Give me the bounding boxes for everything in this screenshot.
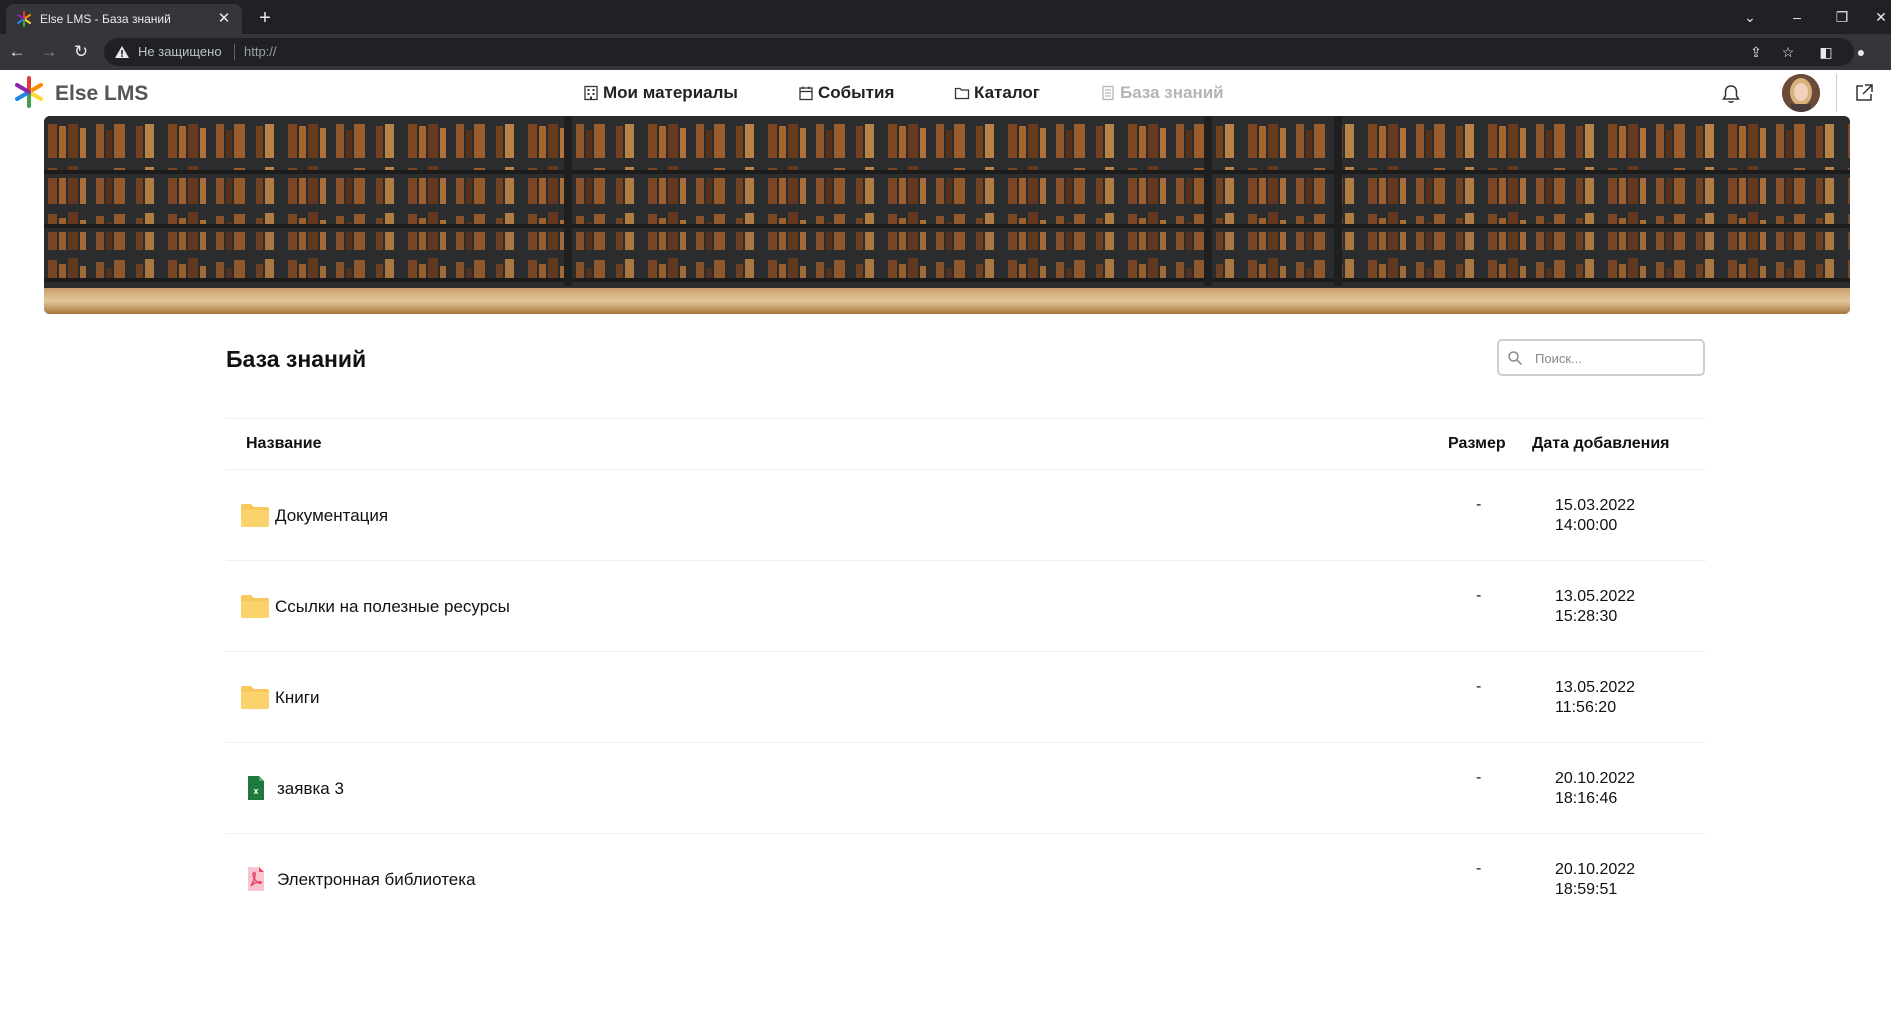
- row-name[interactable]: Ссылки на полезные ресурсы: [275, 597, 510, 617]
- nav-events-label: События: [818, 83, 895, 102]
- row-date-day: 20.10.2022: [1555, 770, 1636, 787]
- close-window-icon[interactable]: ✕: [1866, 6, 1891, 28]
- building-icon: [584, 85, 598, 101]
- knowledge-base-table: Название Размер Дата добавления Документ…: [226, 418, 1706, 924]
- library-banner-image: [44, 116, 1850, 314]
- avatar-image: [1782, 74, 1820, 112]
- profile-icon[interactable]: ●: [1850, 41, 1872, 63]
- folder-icon: [241, 686, 269, 709]
- back-icon[interactable]: ←: [6, 41, 28, 63]
- column-header-size[interactable]: Размер: [1448, 435, 1506, 453]
- table-row[interactable]: x заявка 3 - 20.10.2022 18:16:46: [226, 743, 1706, 834]
- row-date-time: 18:16:46: [1555, 790, 1618, 807]
- calendar-icon: [799, 86, 813, 101]
- row-size: -: [1476, 769, 1482, 786]
- else-logo-icon: [17, 11, 31, 27]
- folder-icon: [954, 87, 970, 100]
- nav-my-materials-label: Мои материалы: [603, 83, 738, 102]
- row-name[interactable]: заявка 3: [277, 779, 344, 799]
- bookmark-star-icon[interactable]: ☆: [1777, 41, 1799, 63]
- browser-tab[interactable]: Else LMS - База знаний ✕: [6, 4, 242, 34]
- row-date-time: 18:59:51: [1555, 881, 1618, 898]
- row-date-time: 11:56:20: [1555, 699, 1617, 716]
- row-size: -: [1476, 860, 1482, 877]
- nav-events[interactable]: События: [798, 83, 894, 103]
- security-label: Не защищено: [138, 44, 222, 59]
- reload-icon[interactable]: ↻: [70, 41, 92, 63]
- table-row[interactable]: Ссылки на полезные ресурсы - 13.05.2022 …: [226, 561, 1706, 652]
- browser-toolbar: ← → ↻ Не защищено http:// ⇪ ☆ ◧ ●: [0, 34, 1891, 70]
- book-icon: [1102, 85, 1114, 101]
- browser-tab-title: Else LMS - База знаний: [40, 12, 171, 26]
- close-tab-icon[interactable]: ✕: [214, 9, 234, 29]
- row-name[interactable]: Книги: [275, 688, 319, 708]
- row-size: -: [1476, 496, 1482, 513]
- row-date: 13.05.2022 15:28:30: [1555, 587, 1635, 627]
- row-date-day: 15.03.2022: [1555, 497, 1636, 514]
- brand-name[interactable]: Else LMS: [55, 82, 148, 106]
- page-title: База знаний: [226, 346, 367, 372]
- row-size: -: [1476, 587, 1482, 604]
- app-header: Else LMS Мои материалы События Каталог Б…: [0, 70, 1891, 116]
- column-header-date[interactable]: Дата добавления: [1532, 435, 1670, 453]
- row-date-time: 14:00:00: [1555, 517, 1618, 534]
- external-link-icon[interactable]: [1853, 82, 1875, 104]
- url-text: http://: [244, 44, 277, 59]
- row-date: 20.10.2022 18:16:46: [1555, 769, 1635, 809]
- row-name[interactable]: Документация: [275, 506, 388, 526]
- row-date: 13.05.2022 11:56:20: [1555, 678, 1635, 718]
- restore-icon[interactable]: ❐: [1827, 6, 1857, 28]
- svg-text:x: x: [253, 786, 258, 796]
- table-header: Название Размер Дата добавления: [226, 418, 1706, 470]
- folder-icon: [241, 595, 269, 618]
- bookshelf-illustration: [44, 116, 1850, 314]
- table-row[interactable]: Книги - 13.05.2022 11:56:20: [226, 652, 1706, 743]
- search-input[interactable]: [1533, 347, 1697, 369]
- row-name[interactable]: Электронная библиотека: [277, 870, 476, 890]
- tab-search-icon[interactable]: ⌄: [1735, 6, 1765, 28]
- row-size: -: [1476, 678, 1482, 695]
- table-row[interactable]: Документация - 15.03.2022 14:00:00: [226, 470, 1706, 561]
- row-date-day: 20.10.2022: [1555, 861, 1636, 878]
- header-divider: [1836, 74, 1837, 112]
- search-box[interactable]: [1497, 339, 1705, 376]
- nav-knowledge-base-label: База знаний: [1120, 83, 1224, 102]
- forward-icon[interactable]: →: [38, 41, 60, 63]
- table-row[interactable]: Электронная библиотека - 20.10.2022 18:5…: [226, 834, 1706, 924]
- row-date: 20.10.2022 18:59:51: [1555, 860, 1635, 900]
- address-separator: [234, 44, 235, 60]
- nav-catalog[interactable]: Каталог: [954, 83, 1040, 103]
- row-date: 15.03.2022 14:00:00: [1555, 496, 1635, 536]
- excel-file-icon: x: [248, 776, 264, 800]
- address-bar[interactable]: Не защищено http://: [104, 38, 1854, 66]
- nav-knowledge-base[interactable]: База знаний: [1100, 83, 1224, 103]
- share-icon[interactable]: ⇪: [1745, 41, 1767, 63]
- warning-icon: [115, 46, 129, 58]
- minimize-icon[interactable]: –: [1782, 6, 1812, 28]
- folder-icon: [241, 504, 269, 527]
- row-date-day: 13.05.2022: [1555, 679, 1636, 696]
- browser-tab-bar: Else LMS - База знаний ✕ + ⌄ – ❐ ✕: [0, 0, 1891, 34]
- row-date-time: 15:28:30: [1555, 608, 1618, 625]
- row-date-day: 13.05.2022: [1555, 588, 1636, 605]
- else-logo-icon[interactable]: [12, 75, 46, 109]
- bell-icon[interactable]: [1720, 83, 1742, 105]
- new-tab-icon[interactable]: +: [253, 6, 277, 30]
- nav-my-materials[interactable]: Мои материалы: [583, 83, 738, 103]
- search-icon: [1508, 351, 1523, 366]
- nav-catalog-label: Каталог: [974, 83, 1040, 102]
- side-panel-icon[interactable]: ◧: [1815, 41, 1837, 63]
- column-header-name[interactable]: Название: [246, 435, 322, 453]
- pdf-file-icon: [248, 867, 264, 891]
- user-avatar[interactable]: [1782, 74, 1820, 112]
